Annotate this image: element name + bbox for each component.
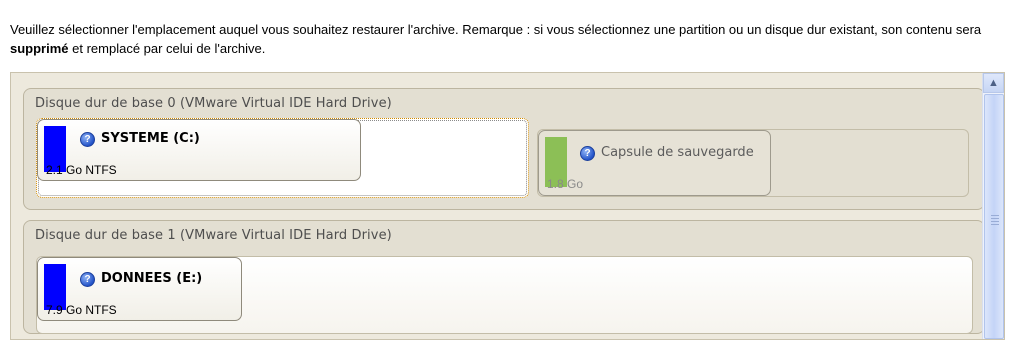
help-icon[interactable]: ?: [80, 132, 95, 147]
disk-1-partition-slot[interactable]: ? DONNEES (E:) 7.9 Go NTFS: [36, 256, 973, 334]
help-icon[interactable]: ?: [80, 272, 95, 287]
disk-1-group: Disque dur de base 1 (VMware Virtual IDE…: [23, 220, 985, 334]
disk-1-title: Disque dur de base 1 (VMware Virtual IDE…: [35, 228, 392, 243]
partition-name: SYSTEME (C:): [101, 131, 200, 146]
partition-systeme-c[interactable]: ? SYSTEME (C:) 2.1 Go NTFS: [37, 119, 361, 181]
disk-0-backup-slot: ? Capsule de sauvegarde 1.8 Go: [537, 129, 969, 197]
help-icon[interactable]: ?: [580, 146, 595, 161]
vertical-scrollbar[interactable]: ▲: [982, 73, 1004, 339]
disk-0-partition-slot-selected[interactable]: ? SYSTEME (C:) 2.1 Go NTFS: [36, 118, 529, 198]
scrollbar-thumb[interactable]: [984, 94, 1004, 339]
disk-layout-panel: Disque dur de base 0 (VMware Virtual IDE…: [10, 72, 1005, 340]
partition-size: 2.1 Go NTFS: [46, 163, 117, 177]
instruction-text: Veuillez sélectionner l'emplacement auqu…: [10, 20, 1000, 58]
partition-donnees-e[interactable]: ? DONNEES (E:) 7.9 Go NTFS: [37, 257, 242, 321]
partition-name: DONNEES (E:): [101, 271, 203, 286]
chevron-up-icon[interactable]: ▲: [983, 73, 1004, 93]
instruction-bold-word: supprimé: [10, 41, 69, 56]
instruction-text-main: Veuillez sélectionner l'emplacement auqu…: [10, 22, 982, 37]
partition-size: 1.8 Go: [547, 177, 584, 191]
partition-name: Capsule de sauvegarde: [601, 145, 754, 160]
instruction-text-end: et remplacé par celui de l'archive.: [68, 41, 266, 56]
disk-0-title: Disque dur de base 0 (VMware Virtual IDE…: [35, 96, 392, 111]
partition-capsule-sauvegarde: ? Capsule de sauvegarde 1.8 Go: [538, 130, 771, 196]
grip-icon: [991, 215, 999, 227]
partition-size: 7.9 Go NTFS: [46, 303, 117, 317]
disk-0-group: Disque dur de base 0 (VMware Virtual IDE…: [23, 88, 985, 210]
